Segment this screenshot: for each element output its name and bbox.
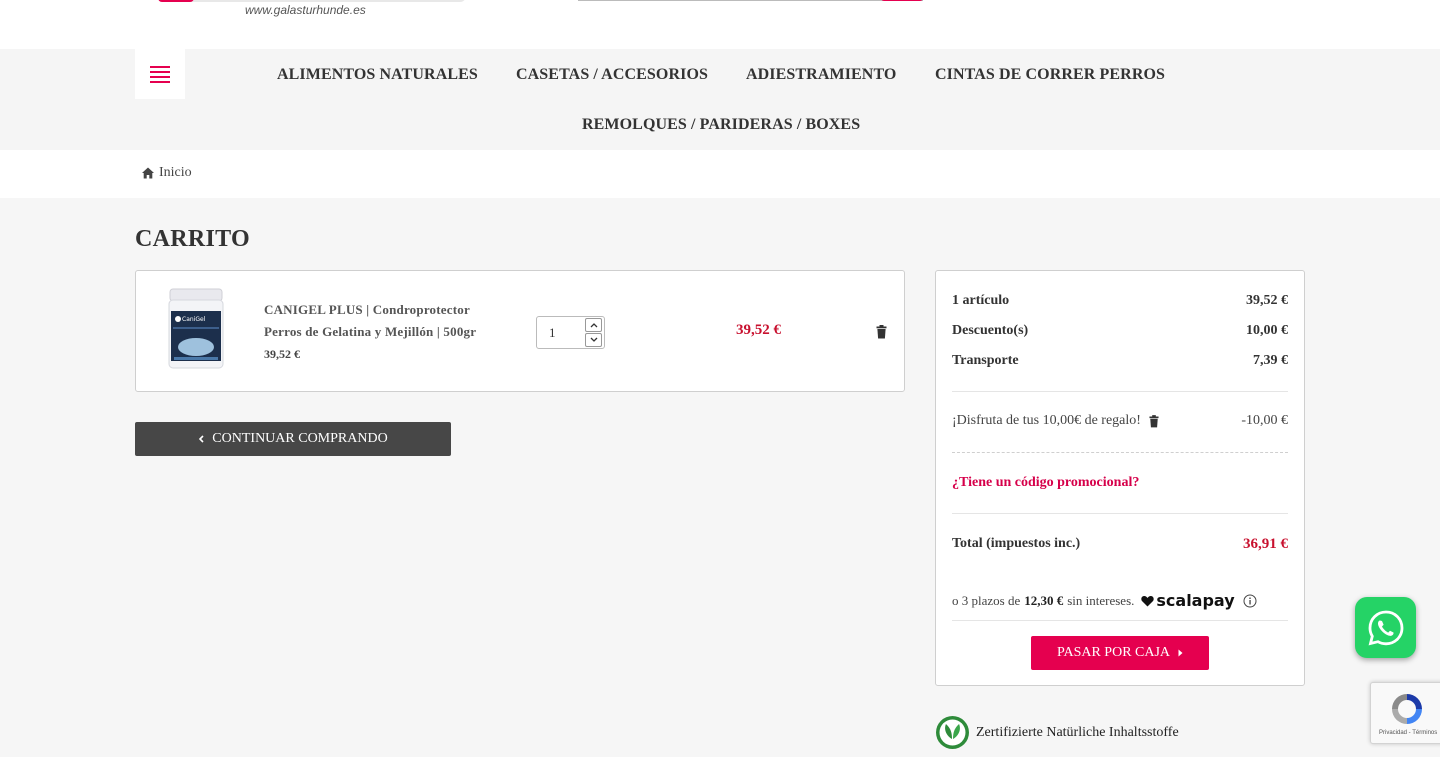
- whatsapp-icon: [1368, 610, 1403, 645]
- summary-articles-label: 1 artículo: [952, 293, 1010, 308]
- recaptcha-badge[interactable]: Privacidad - Términos: [1370, 682, 1440, 744]
- summary-shipping-row: Transporte 7,39 €: [952, 353, 1288, 369]
- line-total-price: 39,52 €: [736, 322, 781, 338]
- site-url: www.galasturhunde.es: [245, 3, 366, 17]
- summary-divider: [952, 391, 1288, 392]
- summary-total-value: 36,91 €: [1243, 536, 1288, 552]
- summary-articles-row: 1 artículo 39,52 €: [952, 293, 1288, 309]
- summary-total-row: Total (impuestos inc.) 36,91 €: [952, 536, 1288, 553]
- search-button[interactable]: [881, 0, 923, 1]
- nav-item-casetas-accesorios[interactable]: CASETAS / ACCESORIOS: [516, 66, 708, 84]
- summary-divider-dashed: [952, 452, 1288, 453]
- nav-item-cintas-de-correr[interactable]: CINTAS DE CORRER PERROS: [935, 66, 1165, 84]
- breadcrumb-bar: Inicio: [0, 150, 1440, 198]
- voucher-value: -10,00 €: [1241, 413, 1288, 428]
- site-header: www.galasturhunde.es: [0, 0, 1440, 49]
- continue-shopping-label: CONTINUAR COMPRANDO: [212, 431, 388, 446]
- hamburger-icon: [150, 65, 170, 68]
- scalapay-installments: o 3 plazos de 12,30 € sin intereses. sca…: [952, 591, 1257, 610]
- quantity-increase-button[interactable]: [585, 318, 602, 332]
- natural-ingredients-badge: Zertifizierte Natürliche Inhaltsstoffe: [935, 715, 1179, 750]
- summary-total-label: Total (impuestos inc.): [952, 536, 1081, 551]
- summary-discount-value: 10,00 €: [1246, 323, 1288, 338]
- natural-ingredients-text: Zertifizierte Natürliche Inhaltsstoffe: [976, 724, 1179, 740]
- breadcrumb-home[interactable]: Inicio: [159, 165, 192, 181]
- product-name-link[interactable]: CANIGEL PLUS | Condroprotector Perros de…: [264, 299, 504, 343]
- voucher-row: ¡Disfruta de tus 10,00€ de regalo! -10,0…: [952, 413, 1288, 429]
- checkout-label: PASAR POR CAJA: [1056, 645, 1171, 660]
- chevron-left-icon: [199, 435, 204, 443]
- main-nav: ALIMENTOS NATURALES CASETAS / ACCESORIOS…: [0, 49, 1440, 150]
- installments-suffix: sin intereses.: [1067, 592, 1135, 608]
- summary-divider: [952, 513, 1288, 514]
- nav-item-remolques[interactable]: REMOLQUES / PARIDERAS / BOXES: [582, 116, 860, 134]
- summary-discount-label: Descuento(s): [952, 323, 1029, 338]
- continue-shopping-button[interactable]: CONTINUAR COMPRANDO: [135, 422, 451, 456]
- scalapay-brand: scalapay: [1156, 591, 1235, 610]
- installments-prefix: o 3 plazos de: [952, 592, 1021, 608]
- quantity-stepper: [536, 316, 605, 349]
- installments-amount: 12,30 €: [1024, 592, 1064, 608]
- search-bar[interactable]: [578, 0, 923, 1]
- quantity-input[interactable]: [537, 317, 585, 348]
- summary-shipping-label: Transporte: [952, 353, 1019, 368]
- voucher-label: ¡Disfruta de tus 10,00€ de regalo!: [952, 413, 1141, 428]
- product-unit-price: 39,52 €: [264, 347, 300, 361]
- summary-shipping-value: 7,39 €: [1253, 353, 1288, 368]
- breadcrumb[interactable]: Inicio: [141, 165, 192, 181]
- remove-item-button[interactable]: [876, 325, 887, 339]
- quantity-decrease-button[interactable]: [585, 333, 602, 347]
- cart-item-box: CaniGel CANIGEL PLUS | Condroprotector P…: [135, 270, 905, 392]
- promo-code-link[interactable]: ¿Tiene un código promocional?: [952, 475, 1139, 491]
- caret-right-icon: [1178, 649, 1183, 657]
- nav-item-alimentos-naturales[interactable]: ALIMENTOS NATURALES: [277, 66, 478, 84]
- whatsapp-button[interactable]: [1355, 597, 1416, 658]
- leaf-badge-icon: [936, 716, 969, 749]
- summary-articles-value: 39,52 €: [1246, 293, 1288, 308]
- summary-divider: [952, 620, 1288, 621]
- summary-discount-row: Descuento(s) 10,00 €: [952, 323, 1288, 339]
- trash-icon: [876, 325, 887, 339]
- info-icon[interactable]: [1243, 594, 1257, 608]
- heart-icon: [1141, 595, 1155, 606]
- cart-summary: 1 artículo 39,52 € Descuento(s) 10,00 € …: [935, 270, 1305, 686]
- product-image[interactable]: CaniGel: [166, 287, 226, 375]
- site-logo[interactable]: [158, 0, 466, 2]
- menu-toggle-button[interactable]: [135, 49, 185, 99]
- checkout-button[interactable]: PASAR POR CAJA: [1031, 636, 1209, 670]
- product-image-brand: CaniGel: [182, 316, 206, 323]
- recaptcha-icon: [1392, 694, 1422, 724]
- chevron-down-icon: [590, 337, 597, 342]
- home-icon: [142, 167, 154, 179]
- recaptcha-links[interactable]: Privacidad - Términos: [1379, 730, 1437, 736]
- remove-voucher-icon[interactable]: [1149, 414, 1159, 428]
- scalapay-logo: scalapay: [1141, 591, 1235, 610]
- nav-item-adiestramiento[interactable]: ADIESTRAMIENTO: [746, 66, 896, 84]
- chevron-up-icon: [590, 323, 597, 328]
- page-title: CARRITO: [135, 226, 251, 252]
